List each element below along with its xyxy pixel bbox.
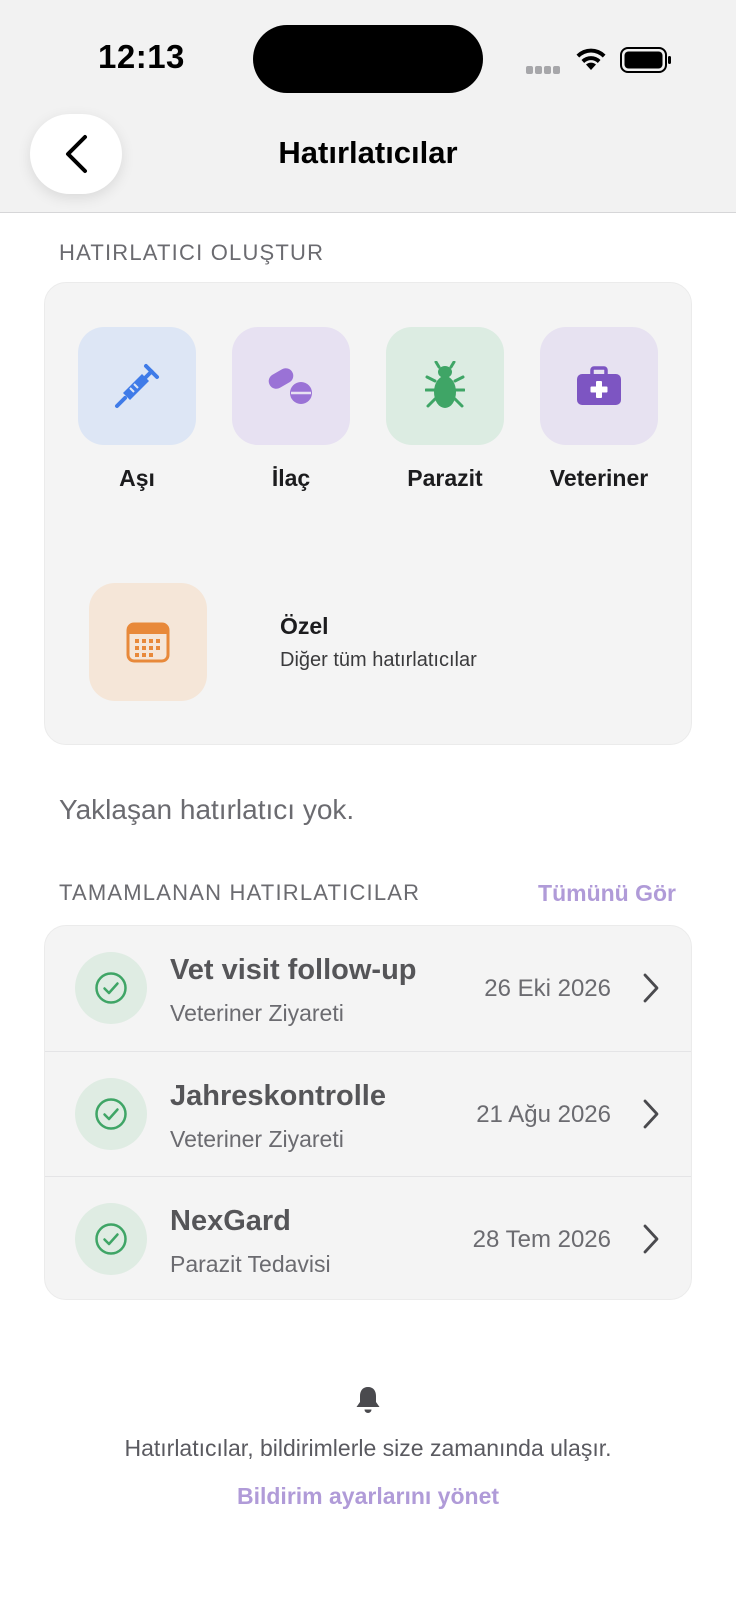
completed-item-date: 21 Ağu 2026 [476, 1101, 611, 1128]
cellular-signal-icon [526, 66, 562, 74]
completed-item-title: Vet visit follow-up [170, 954, 417, 986]
type-custom-button[interactable]: Özel Diğer tüm hatırlatıcılar [89, 583, 649, 701]
status-time: 12:13 [98, 38, 185, 75]
upcoming-empty-text: Yaklaşan hatırlatıcı yok. [59, 794, 355, 825]
type-vet-label: Veteriner [549, 465, 649, 491]
type-vet-button[interactable]: Veteriner [540, 327, 658, 492]
type-medication-box [232, 327, 350, 445]
chevron-right-icon [643, 973, 659, 1003]
see-all-link[interactable]: Tümünü Gör [538, 880, 676, 907]
type-parasite-button[interactable]: Parazit [386, 327, 504, 492]
type-parasite-box [386, 327, 504, 445]
completed-item-date: 26 Eki 2026 [484, 975, 611, 1002]
type-custom-subtitle: Diğer tüm hatırlatıcılar [280, 649, 477, 671]
syringe-icon [115, 364, 159, 408]
completed-item[interactable]: NexGard Parazit Tedavisi 28 Tem 2026 [45, 1176, 691, 1299]
check-circle-icon [95, 972, 127, 1004]
top-bar: 12:13 Hatırlatıcılar [0, 0, 736, 213]
type-custom-title: Özel [280, 613, 329, 639]
type-medication-button[interactable]: İlaç [232, 327, 350, 492]
completed-item[interactable]: Vet visit follow-up Veteriner Ziyareti 2… [45, 926, 691, 1051]
completed-list: Vet visit follow-up Veteriner Ziyareti 2… [44, 925, 692, 1300]
completed-item-subtitle: Veteriner Ziyareti [170, 1126, 344, 1152]
completed-item[interactable]: Jahreskontrolle Veteriner Ziyareti 21 Ağ… [45, 1051, 691, 1176]
type-vet-box [540, 327, 658, 445]
completed-check-badge [75, 952, 147, 1024]
completed-item-title: NexGard [170, 1205, 291, 1237]
create-reminder-card: Aşı İlaç Parazit Veteriner Özel Diğer tü… [44, 282, 692, 745]
check-circle-icon [95, 1098, 127, 1130]
wifi-icon [576, 48, 606, 70]
type-vaccine-button[interactable]: Aşı [78, 327, 196, 492]
type-parasite-label: Parazit [407, 465, 483, 491]
create-section-heading: HATIRLATICI OLUŞTUR [59, 240, 325, 265]
completed-item-subtitle: Veteriner Ziyareti [170, 1000, 344, 1026]
dynamic-island [253, 25, 483, 93]
type-vaccine-box [78, 327, 196, 445]
manage-notifications-link[interactable]: Bildirim ayarlarını yönet [0, 1483, 736, 1510]
type-medication-label: İlaç [271, 465, 311, 491]
completed-item-title: Jahreskontrolle [170, 1080, 386, 1112]
completed-check-badge [75, 1078, 147, 1150]
footer-notification-text: Hatırlatıcılar, bildirimlerle size zaman… [124, 1435, 612, 1461]
type-vaccine-label: Aşı [119, 465, 155, 491]
completed-item-date: 28 Tem 2026 [472, 1226, 611, 1253]
bug-icon [425, 361, 465, 408]
pills-icon [268, 368, 312, 404]
completed-check-badge [75, 1203, 147, 1275]
battery-icon [620, 47, 671, 73]
page-title: Hatırlatıcılar [278, 135, 458, 170]
chevron-right-icon [643, 1099, 659, 1129]
medkit-icon [577, 366, 621, 405]
chevron-right-icon [643, 1224, 659, 1254]
bell-icon [356, 1387, 380, 1413]
check-circle-icon [95, 1223, 127, 1255]
type-custom-box [89, 583, 207, 701]
completed-section-heading: TAMAMLANAN HATIRLATICILAR [59, 880, 421, 905]
completed-item-subtitle: Parazit Tedavisi [170, 1251, 331, 1277]
calendar-icon [126, 622, 170, 663]
